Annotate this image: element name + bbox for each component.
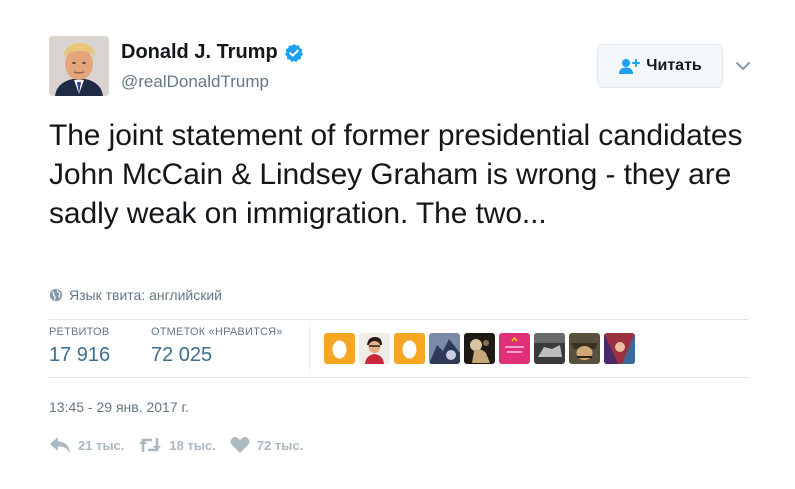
retweets-label: РЕТВИТОВ [49, 326, 110, 338]
stats-separator [309, 326, 310, 370]
liker-avatars [324, 333, 635, 364]
likes-value: 72 025 [151, 344, 213, 366]
tweet-text: The joint statement of former presidenti… [49, 119, 743, 230]
add-user-icon [619, 59, 641, 74]
tweet-language: Язык твита: английский [49, 287, 222, 303]
liker-avatar[interactable] [394, 333, 425, 364]
liker-avatar[interactable] [429, 333, 460, 364]
heart-icon [230, 436, 250, 453]
liker-avatar[interactable] [499, 333, 530, 364]
globe-icon [49, 288, 63, 302]
retweets-value: 17 916 [49, 344, 111, 366]
avatar-portrait [49, 36, 109, 96]
retweet-icon [139, 438, 162, 452]
tweet-timestamp[interactable]: 13:45 - 29 янв. 2017 г. [49, 399, 189, 415]
author-avatar[interactable] [49, 36, 109, 96]
liker-avatar[interactable] [534, 333, 565, 364]
tweet-header: Donald J. Trump @realDonaldTrump Читать [49, 36, 751, 98]
tweet-actions: 21 тыс. 18 тыс. 72 тыс. [49, 436, 317, 454]
verified-badge-icon [284, 43, 303, 62]
like-button[interactable]: 72 тыс. [230, 436, 303, 454]
stats-divider-top [49, 319, 749, 320]
author-display-name[interactable]: Donald J. Trump [121, 41, 278, 64]
liker-avatar[interactable] [569, 333, 600, 364]
retweet-count: 18 тыс. [169, 437, 216, 453]
chevron-down-icon[interactable] [735, 58, 751, 74]
author-handle[interactable]: @realDonaldTrump [121, 72, 269, 92]
stats-divider-bottom [49, 377, 749, 378]
language-note: Язык твита: английский [69, 287, 222, 303]
like-count: 72 тыс. [256, 437, 304, 453]
follow-button[interactable]: Читать [597, 44, 723, 88]
reply-icon [50, 437, 70, 453]
likes-label: ОТМЕТОК «НРАВИТСЯ» [151, 326, 283, 338]
retweets-stat[interactable]: РЕТВИТОВ 17 916 [49, 326, 110, 367]
likes-stat[interactable]: ОТМЕТОК «НРАВИТСЯ» 72 025 [151, 326, 283, 367]
liker-avatar[interactable] [359, 333, 390, 364]
reply-button[interactable]: 21 тыс. [49, 436, 124, 454]
liker-avatar[interactable] [464, 333, 495, 364]
retweet-button[interactable]: 18 тыс. [138, 436, 216, 454]
liker-avatar[interactable] [324, 333, 355, 364]
liker-avatar[interactable] [604, 333, 635, 364]
follow-button-label: Читать [646, 57, 702, 74]
reply-count: 21 тыс. [78, 437, 125, 453]
author-name-row[interactable]: Donald J. Trump [121, 41, 304, 64]
